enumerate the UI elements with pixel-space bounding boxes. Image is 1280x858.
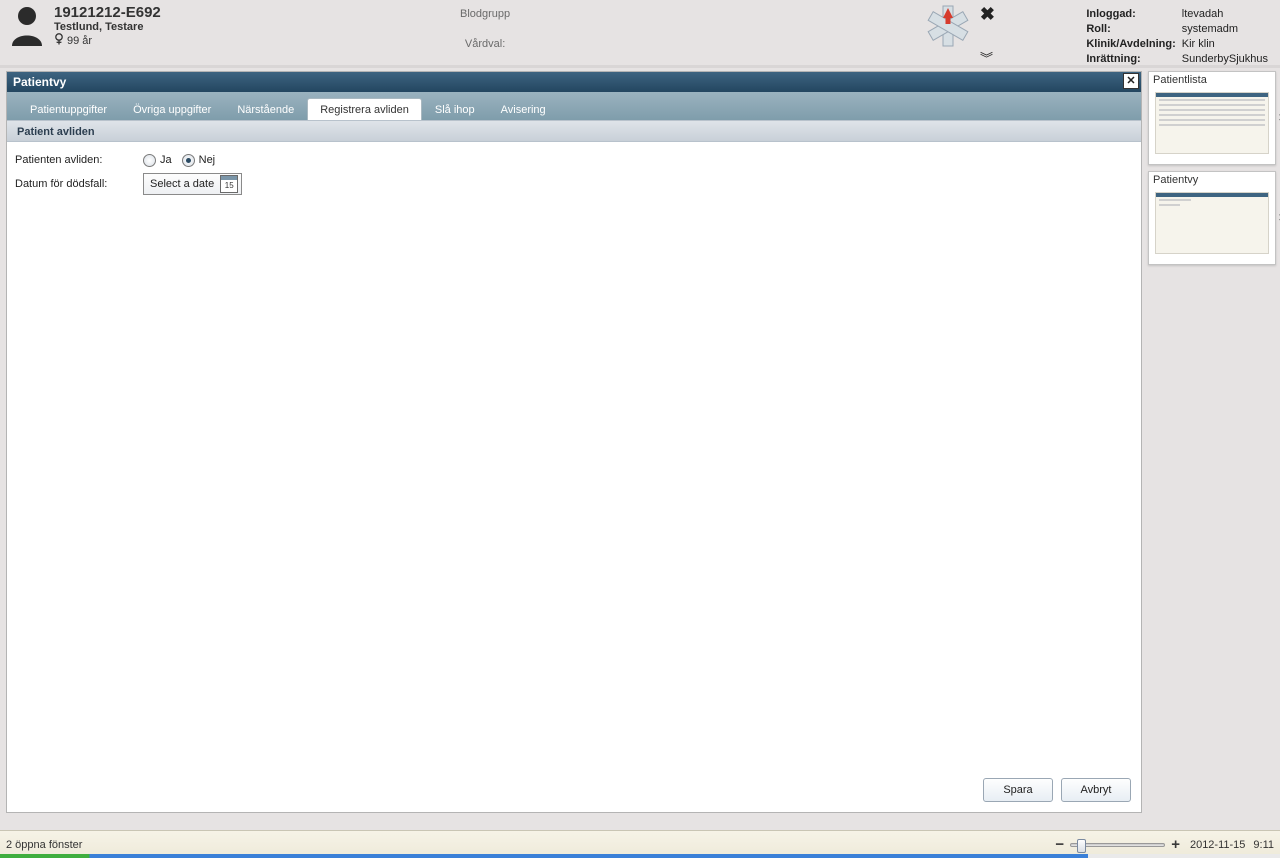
patient-id: 19121212-E692 xyxy=(54,4,161,21)
login-info: Inloggad:ltevadah Roll:systemadm Klinik/… xyxy=(1084,6,1274,68)
tab-registrera-avliden[interactable]: Registrera avliden xyxy=(307,98,422,120)
panel-thumbnail xyxy=(1155,192,1269,254)
panel-patientlista[interactable]: Patientlista ✖ xyxy=(1148,71,1276,165)
panel-title: Patientvy xyxy=(1149,172,1275,188)
open-windows-count: 2 öppna fönster xyxy=(6,839,82,851)
form-area: Patienten avliden: Ja Nej Datum för döds… xyxy=(7,142,1141,202)
radio-yes[interactable]: Ja xyxy=(143,154,172,167)
os-taskbar xyxy=(0,854,1280,858)
panel-patientvy[interactable]: Patientvy ✖ xyxy=(1148,171,1276,265)
panel-title: Patientlista xyxy=(1149,72,1275,88)
radio-icon xyxy=(143,154,156,167)
window-title: Patientvy xyxy=(13,75,66,89)
clinic-label: Klinik/Avdelning: xyxy=(1086,38,1179,51)
status-time: 9:11 xyxy=(1253,839,1274,851)
close-alert-icon[interactable]: ✖ xyxy=(980,4,995,25)
panel-thumbnail xyxy=(1155,92,1269,154)
tab-patientuppgifter[interactable]: Patientuppgifter xyxy=(17,98,120,120)
zoom-thumb[interactable] xyxy=(1077,839,1086,853)
patient-age: 99 år xyxy=(67,35,92,47)
tab-sla-ihop[interactable]: Slå ihop xyxy=(422,98,488,120)
patient-extra-labels: Blodgrupp Vårdval: xyxy=(460,8,510,68)
medical-alert-icon[interactable] xyxy=(924,4,972,51)
save-button[interactable]: Spara xyxy=(983,778,1053,802)
radio-no[interactable]: Nej xyxy=(182,154,216,167)
person-icon xyxy=(8,4,46,46)
action-buttons: Spara Avbryt xyxy=(983,778,1131,802)
facility-value: SunderbySjukhus xyxy=(1182,53,1272,66)
zoom-in-button[interactable]: + xyxy=(1171,836,1180,853)
cancel-button[interactable]: Avbryt xyxy=(1061,778,1131,802)
calendar-icon: 15 xyxy=(220,175,238,193)
logged-in-value: ltevadah xyxy=(1182,8,1272,21)
tab-ovriga-uppgifter[interactable]: Övriga uppgifter xyxy=(120,98,224,120)
tab-narstaende[interactable]: Närstående xyxy=(224,98,307,120)
clinic-value: Kir klin xyxy=(1182,38,1272,51)
expand-chevron-icon[interactable]: ︾ xyxy=(980,48,993,67)
status-date: 2012-11-15 xyxy=(1190,839,1245,851)
care-choice-label: Vårdval: xyxy=(460,38,510,50)
zoom-slider[interactable] xyxy=(1070,843,1165,847)
deceased-label: Patienten avliden: xyxy=(15,154,143,166)
window-close-button[interactable]: ✕ xyxy=(1123,73,1139,89)
date-placeholder: Select a date xyxy=(150,178,214,190)
tab-avisering[interactable]: Avisering xyxy=(488,98,559,120)
patient-name: Testlund, Testare xyxy=(54,21,161,33)
role-label: Roll: xyxy=(1086,23,1179,36)
side-panels: Patientlista ✖ Patientvy ✖ xyxy=(1148,71,1276,271)
patient-summary: 19121212-E692 Testlund, Testare 99 år xyxy=(8,4,161,48)
bloodgroup-label: Blodgrupp xyxy=(460,8,510,20)
workspace-window: Patientvy ✕ Patientuppgifter Övriga uppg… xyxy=(6,71,1142,813)
logged-in-label: Inloggad: xyxy=(1086,8,1179,21)
top-bar: 19121212-E692 Testlund, Testare 99 år Bl… xyxy=(0,0,1280,68)
zoom-control: − + xyxy=(1055,836,1180,853)
gender-icon xyxy=(54,33,64,48)
zoom-out-button[interactable]: − xyxy=(1055,836,1064,853)
radio-yes-label: Ja xyxy=(160,154,172,166)
alert-area: ✖ xyxy=(924,4,995,51)
facility-label: Inrättning: xyxy=(1086,53,1179,66)
death-date-label: Datum för dödsfall: xyxy=(15,178,143,190)
radio-no-label: Nej xyxy=(199,154,216,166)
role-value: systemadm xyxy=(1182,23,1272,36)
death-date-picker[interactable]: Select a date 15 xyxy=(143,173,242,195)
window-title-bar: Patientvy ✕ xyxy=(7,72,1141,92)
tab-strip: Patientuppgifter Övriga uppgifter Närstå… xyxy=(7,92,1141,120)
section-header: Patient avliden xyxy=(7,120,1141,142)
radio-icon xyxy=(182,154,195,167)
